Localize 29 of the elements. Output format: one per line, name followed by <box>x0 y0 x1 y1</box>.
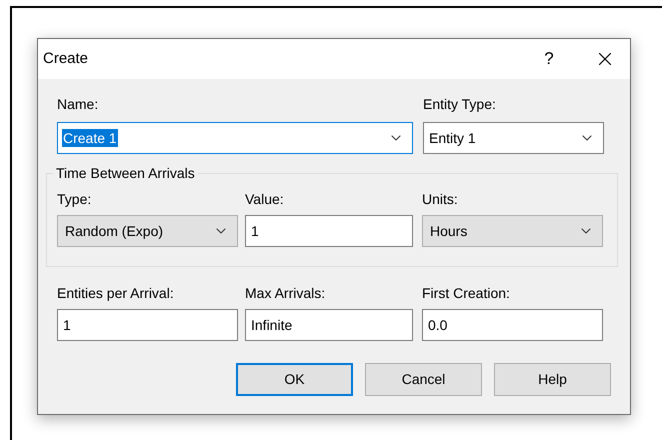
dialog-button[interactable]: Cancel <box>365 363 482 396</box>
field-value: Random (Expo) <box>64 222 164 240</box>
dialog-button[interactable]: Help <box>494 363 611 396</box>
window-title: Create <box>43 48 90 69</box>
field-label: Max Arrivals: <box>245 284 326 302</box>
input-field[interactable]: 1 <box>57 309 238 341</box>
input-field[interactable]: Infinite <box>245 309 413 341</box>
combo-box[interactable]: Entity 1 <box>423 122 604 154</box>
field-value: Entity 1 <box>428 129 477 147</box>
field-value: 1 <box>62 316 72 334</box>
field-label: Entities per Arrival: <box>57 284 175 302</box>
input-field[interactable]: 0.0 <box>422 309 603 341</box>
field-label: First Creation: <box>422 284 511 302</box>
field-label: Type: <box>57 190 92 208</box>
help-button[interactable]: ? <box>534 46 564 72</box>
field-value: Create 1 <box>62 129 118 147</box>
dialog-button[interactable]: OK <box>236 363 353 396</box>
field-value: Infinite <box>250 316 294 334</box>
field-label: Entity Type: <box>423 95 497 113</box>
field-label: Units: <box>422 190 459 208</box>
field-value: 0.0 <box>427 316 448 334</box>
field-value: 1 <box>250 222 260 240</box>
field-label: Name: <box>57 95 100 113</box>
dropdown[interactable]: Hours <box>422 215 603 247</box>
field-label: Value: <box>245 190 285 208</box>
combo-box[interactable]: Create 1 <box>57 122 413 154</box>
dropdown[interactable]: Random (Expo) <box>57 215 238 247</box>
field-value: Hours <box>429 222 468 240</box>
input-field[interactable]: 1 <box>245 215 413 247</box>
